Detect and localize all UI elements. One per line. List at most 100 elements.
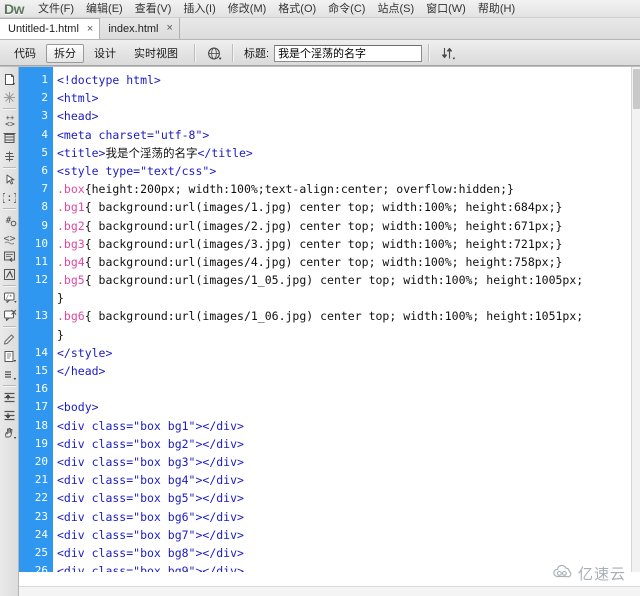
code-token: <body> xyxy=(57,400,99,415)
code-line[interactable]: .bg4{ background:url(images/4.jpg) cente… xyxy=(57,253,631,271)
code-line[interactable]: <head> xyxy=(57,107,631,125)
view-mode-button[interactable]: 实时视图 xyxy=(126,44,186,63)
line-number: 9 xyxy=(41,218,48,232)
vertical-scrollbar[interactable] xyxy=(631,67,640,572)
code-line[interactable]: .bg1{ background:url(images/1.jpg) cente… xyxy=(57,198,631,216)
document-tab[interactable]: index.html × xyxy=(100,18,180,39)
menu-window[interactable]: 窗口(W) xyxy=(420,1,472,17)
code-line[interactable]: } xyxy=(57,289,631,307)
code-token: { background:url(images/3.jpg) center to… xyxy=(84,236,563,251)
code-line[interactable]: <style type="text/css"> xyxy=(57,162,631,180)
horizontal-scrollbar[interactable] xyxy=(19,586,640,596)
code-line[interactable] xyxy=(57,380,631,398)
menu-site[interactable]: 站点(S) xyxy=(371,1,420,17)
close-icon[interactable]: × xyxy=(87,23,93,35)
title-input[interactable] xyxy=(274,44,423,62)
code-line[interactable]: <meta charset="utf-8"> xyxy=(57,126,631,144)
file-transfer-icon[interactable] xyxy=(436,42,460,64)
apply-comment-icon[interactable]: /* xyxy=(0,288,18,306)
code-line[interactable]: <div class="box bg9"></div> xyxy=(57,562,631,572)
view-mode-button[interactable]: 代码 xyxy=(6,44,44,63)
word-wrap-icon[interactable] xyxy=(0,247,18,265)
new-document-icon[interactable] xyxy=(0,70,18,88)
code-line[interactable]: <div class="box bg8"></div> xyxy=(57,544,631,562)
menu-view[interactable]: 查看(V) xyxy=(129,1,178,17)
code-line[interactable]: <html> xyxy=(57,89,631,107)
line-number: 17 xyxy=(34,400,48,414)
outdent-code-icon[interactable] xyxy=(0,406,18,424)
code-line[interactable]: <div class="box bg5"></div> xyxy=(57,489,631,507)
select-parent-tag-icon[interactable] xyxy=(0,170,18,188)
view-mode-button[interactable]: 拆分 xyxy=(46,43,84,63)
line-number: 13 xyxy=(34,309,48,323)
recent-snippets-icon[interactable] xyxy=(0,347,18,365)
document-tab[interactable]: Untitled-1.html × xyxy=(0,18,101,39)
coding-toolbar: ++<>{:}#<>/* xyxy=(0,67,19,596)
line-number: 5 xyxy=(41,145,48,159)
expand-all-icon[interactable] xyxy=(0,147,18,165)
live-code-hand-icon[interactable] xyxy=(0,424,18,442)
line-number: 6 xyxy=(41,163,48,177)
remove-comment-icon[interactable] xyxy=(0,306,18,324)
code-line[interactable]: <div class="box bg4"></div> xyxy=(57,471,631,489)
code-editor[interactable]: <!doctype html> <html> <head> <meta charset… xyxy=(53,67,631,572)
code-line[interactable]: </head> xyxy=(57,362,631,380)
code-line[interactable]: <body> xyxy=(57,398,631,416)
code-navigator-icon[interactable]: ++ <> xyxy=(0,111,18,129)
code-token: .bg6 xyxy=(57,309,85,324)
code-line[interactable]: </style> xyxy=(57,344,631,362)
collapse-full-tag-icon[interactable] xyxy=(0,129,18,147)
code-line[interactable]: <div class="box bg7"></div> xyxy=(57,526,631,544)
close-icon[interactable]: × xyxy=(167,23,173,34)
code-token: {height:200px; width:100%;text-align:cen… xyxy=(84,182,514,197)
svg-text:<>: <> xyxy=(5,119,15,127)
line-numbers-icon[interactable]: # xyxy=(0,211,18,229)
format-source-code-icon[interactable] xyxy=(0,329,18,347)
code-line[interactable]: <div class="box bg2"></div> xyxy=(57,435,631,453)
menu-commands[interactable]: 命令(C) xyxy=(322,1,371,17)
code-line[interactable]: } xyxy=(57,326,631,344)
indent-code-icon[interactable] xyxy=(0,388,18,406)
code-token: <html> xyxy=(57,91,99,106)
line-number: 14 xyxy=(34,345,48,359)
line-number: 26 xyxy=(34,564,48,572)
line-number-gutter[interactable]: 1 2 3 4 5 6 7 8 9 10 11 12 13 14 15 16 17 18 19 20 21 22 23 24 2… xyxy=(19,67,53,572)
menu-format[interactable]: 格式(O) xyxy=(272,1,322,17)
code-token: { background:url(images/4.jpg) center to… xyxy=(84,254,563,269)
code-line[interactable]: <!doctype html> xyxy=(57,71,631,89)
code-token: <div class="box bg2"></div> xyxy=(57,436,244,451)
balance-braces-icon[interactable]: {:} xyxy=(0,188,18,206)
code-line[interactable]: <div class="box bg6"></div> xyxy=(57,508,631,526)
code-line[interactable]: .bg6{ background:url(images/1_06.jpg) ce… xyxy=(57,307,631,325)
code-line[interactable]: .bg2{ background:url(images/2.jpg) cente… xyxy=(57,217,631,235)
code-token: } xyxy=(57,291,64,306)
code-line[interactable]: <div class="box bg1"></div> xyxy=(57,417,631,435)
line-number: 7 xyxy=(41,182,48,196)
line-number: 11 xyxy=(34,254,48,268)
highlight-invalid-code-icon[interactable]: <> xyxy=(0,229,18,247)
code-line[interactable]: .bg5{ background:url(images/1_05.jpg) ce… xyxy=(57,271,631,289)
code-token: <!doctype html> xyxy=(57,73,161,87)
menu-edit[interactable]: 编辑(E) xyxy=(80,1,129,17)
code-line[interactable]: .box{height:200px; width:100%;text-align… xyxy=(57,180,631,198)
code-token: </style> xyxy=(57,345,113,360)
menu-file[interactable]: 文件(F) xyxy=(32,1,80,17)
menu-help[interactable]: 帮助(H) xyxy=(472,1,521,17)
menu-insert[interactable]: 插入(I) xyxy=(177,1,221,17)
globe-icon[interactable] xyxy=(202,42,226,64)
syntax-color-icon[interactable] xyxy=(0,265,18,283)
code-line[interactable]: <title>我是个淫荡的名字</title> xyxy=(57,144,631,162)
snowflake-icon[interactable] xyxy=(0,88,18,106)
toolbar-separator-2 xyxy=(232,44,234,62)
code-token: <div class="box bg5"></div> xyxy=(57,491,244,506)
code-token: <div class="box bg7"></div> xyxy=(57,527,244,542)
code-line[interactable]: .bg3{ background:url(images/3.jpg) cente… xyxy=(57,235,631,253)
code-token: <div class="box bg6"></div> xyxy=(57,509,244,524)
code-token: .bg3 xyxy=(57,236,85,251)
vertical-scrollbar-thumb[interactable] xyxy=(633,69,640,109)
move-grip-icon[interactable] xyxy=(0,365,18,383)
code-line[interactable]: <div class="box bg3"></div> xyxy=(57,453,631,471)
dreamweaver-logo: Dw xyxy=(4,0,25,17)
view-mode-button[interactable]: 设计 xyxy=(86,44,124,63)
menu-modify[interactable]: 修改(M) xyxy=(222,1,273,17)
